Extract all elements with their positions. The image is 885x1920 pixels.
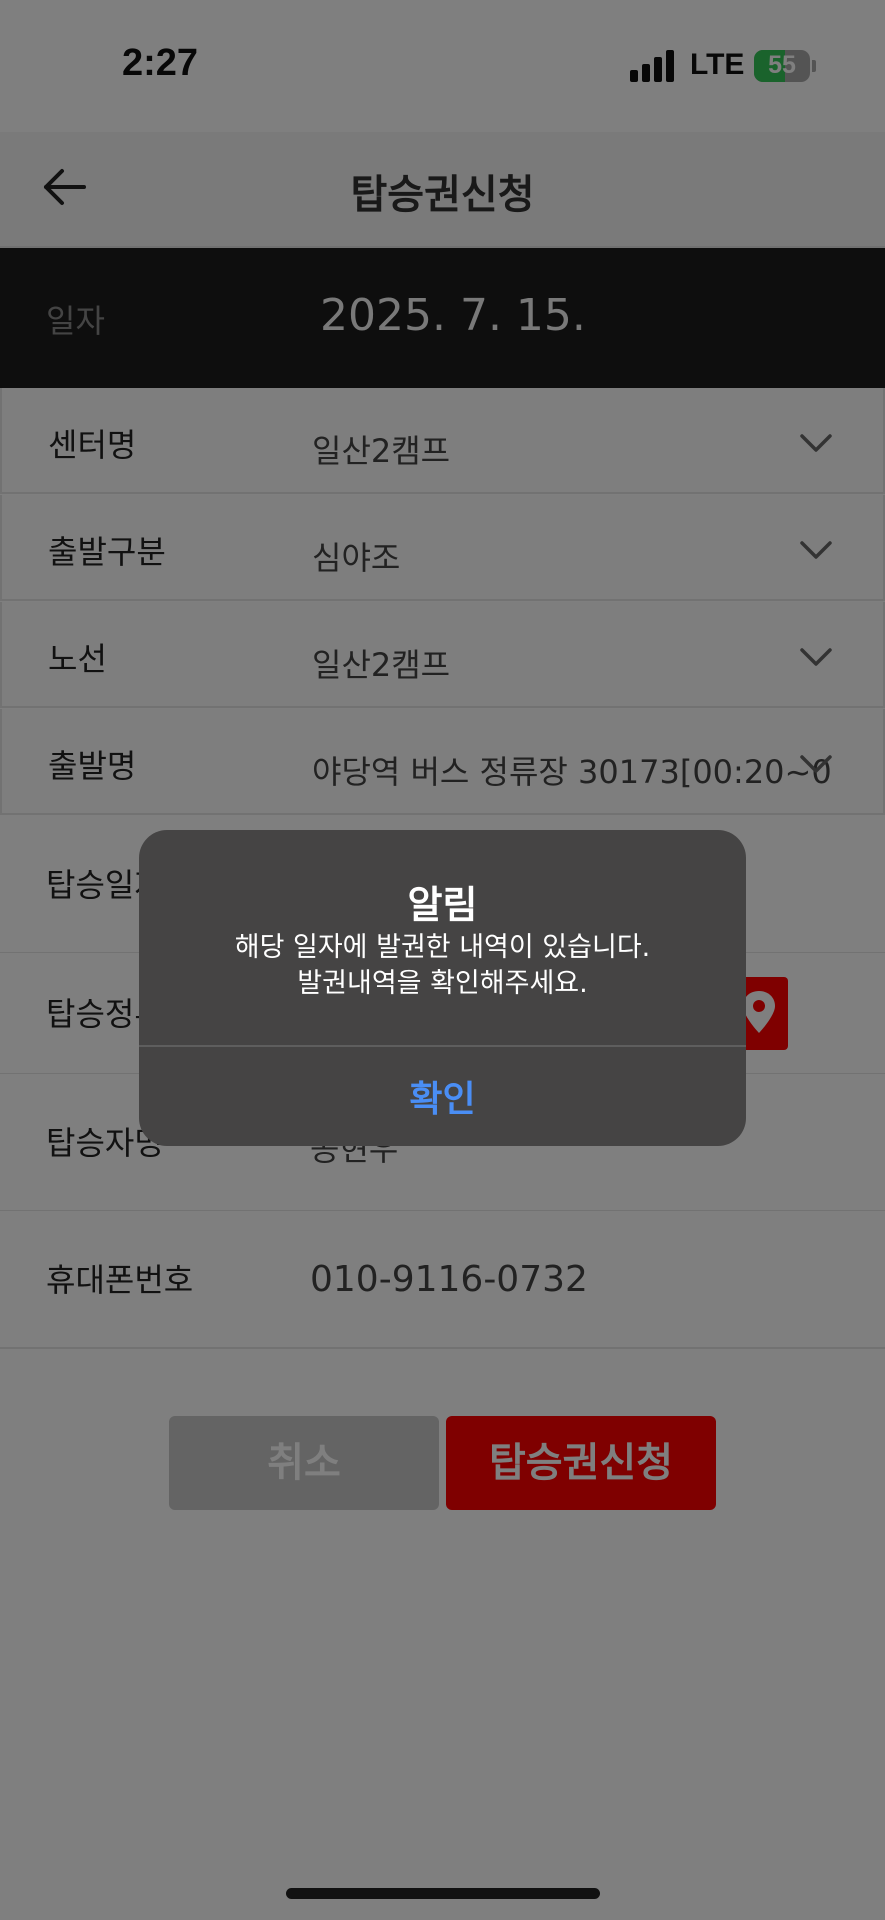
alert-dialog: 알림 해당 일자에 발권한 내역이 있습니다. 발권내역을 확인해주세요. 확인 bbox=[139, 830, 746, 1146]
alert-title: 알림 bbox=[407, 883, 478, 927]
home-indicator[interactable] bbox=[286, 1888, 600, 1899]
alert-message-line-1: 해당 일자에 발권한 내역이 있습니다. bbox=[234, 932, 651, 963]
alert-confirm-button[interactable]: 확인 bbox=[139, 1070, 746, 1122]
alert-message-line-2: 발권내역을 확인해주세요. bbox=[297, 968, 588, 999]
alert-message: 해당 일자에 발권한 내역이 있습니다. 발권내역을 확인해주세요. bbox=[139, 930, 746, 1002]
alert-divider bbox=[139, 1045, 746, 1047]
